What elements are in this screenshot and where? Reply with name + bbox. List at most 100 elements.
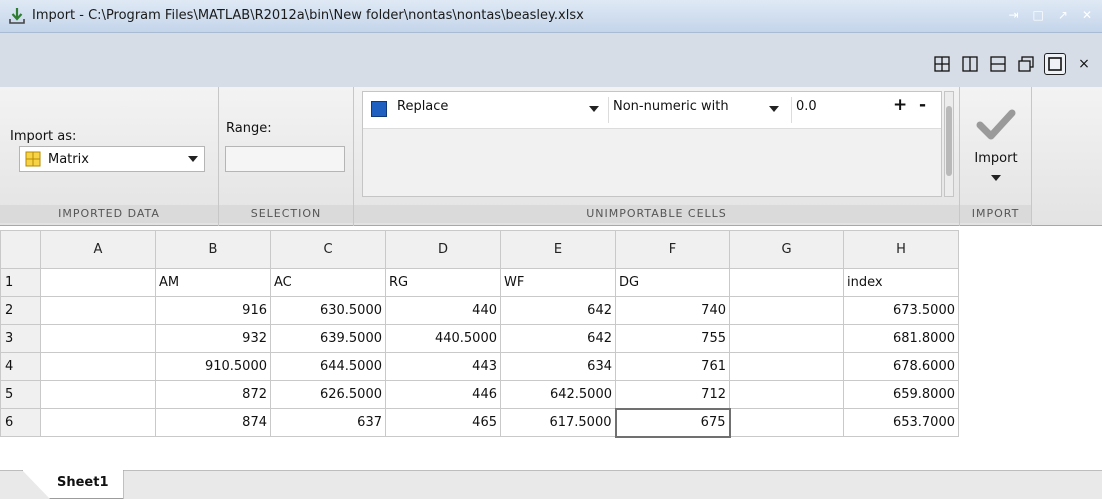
column-header[interactable]: C: [270, 230, 386, 269]
add-rule-button[interactable]: +: [893, 95, 907, 115]
table-cell[interactable]: WF: [500, 268, 616, 297]
table-cell[interactable]: [729, 380, 844, 409]
table-cell[interactable]: 740: [615, 296, 730, 325]
column-header[interactable]: H: [843, 230, 959, 269]
table-cell[interactable]: DG: [615, 268, 730, 297]
row-header[interactable]: 5: [0, 380, 41, 409]
table-cell[interactable]: 443: [385, 352, 501, 381]
table-cell[interactable]: 630.5000: [270, 296, 386, 325]
sheet-tab[interactable]: Sheet1: [22, 470, 124, 499]
table-cell[interactable]: [729, 324, 844, 353]
table-row: 4 910.5000 644.5000 443 634 761 678.6000: [0, 352, 959, 381]
column-header[interactable]: F: [615, 230, 730, 269]
imported-data-section: Import as: Matrix IMPORTED DATA: [0, 87, 219, 226]
table-cell[interactable]: 761: [615, 352, 730, 381]
rule-color-swatch: [371, 101, 387, 117]
corner-cell[interactable]: [0, 230, 41, 269]
rules-scrollbar[interactable]: [944, 91, 954, 197]
column-header[interactable]: E: [500, 230, 616, 269]
table-cell[interactable]: 932: [155, 324, 271, 353]
table-cell[interactable]: 639.5000: [270, 324, 386, 353]
table-cell[interactable]: 642: [500, 324, 616, 353]
maximize-icon[interactable]: □: [1033, 8, 1044, 22]
table-cell[interactable]: 675: [614, 407, 731, 438]
close-document-icon[interactable]: ×: [1074, 54, 1094, 74]
table-cell[interactable]: 653.7000: [843, 408, 959, 437]
column-header[interactable]: B: [155, 230, 271, 269]
column-header[interactable]: G: [729, 230, 844, 269]
table-cell[interactable]: 874: [155, 408, 271, 437]
chevron-down-icon: [991, 175, 1001, 181]
table-cell[interactable]: 712: [615, 380, 730, 409]
float-window-icon[interactable]: [1016, 54, 1036, 74]
table-cell[interactable]: [729, 408, 844, 437]
dock-icon[interactable]: ⇥: [1008, 8, 1018, 22]
table-cell[interactable]: [40, 324, 156, 353]
row-header[interactable]: 1: [0, 268, 41, 297]
table-cell[interactable]: 659.8000: [843, 380, 959, 409]
table-cell[interactable]: 440.5000: [385, 324, 501, 353]
table-row: 2 916 630.5000 440 642 740 673.5000: [0, 296, 959, 325]
import-as-dropdown[interactable]: Matrix: [19, 146, 205, 172]
rule-action-value: Replace: [397, 99, 449, 114]
tile-grid-icon[interactable]: [932, 54, 952, 74]
maximize-document-icon[interactable]: [1044, 53, 1066, 75]
table-cell[interactable]: AM: [155, 268, 271, 297]
table-cell[interactable]: [40, 352, 156, 381]
table-cell[interactable]: [40, 380, 156, 409]
table-cell[interactable]: index: [843, 268, 959, 297]
table-cell[interactable]: 440: [385, 296, 501, 325]
table-cell[interactable]: [729, 296, 844, 325]
table-cell[interactable]: 617.5000: [500, 408, 616, 437]
rule-value-field[interactable]: 0.0: [791, 97, 882, 123]
table-cell[interactable]: [729, 268, 844, 297]
table-cell[interactable]: AC: [270, 268, 386, 297]
unimportable-rules-panel: Replace Non-numeric with 0.0 + -: [362, 91, 942, 197]
spreadsheet-grid: ABCDEFGH 1 AM AC RG WF DG index 2 916 630.5000 440…: [0, 230, 959, 438]
table-cell[interactable]: 644.5000: [270, 352, 386, 381]
table-cell[interactable]: 637: [270, 408, 386, 437]
rule-action-dropdown[interactable]: Replace: [367, 97, 605, 123]
row-header[interactable]: 3: [0, 324, 41, 353]
tile-columns-icon[interactable]: [960, 54, 980, 74]
table-cell[interactable]: 678.6000: [843, 352, 959, 381]
column-header[interactable]: D: [385, 230, 501, 269]
table-cell[interactable]: 634: [500, 352, 616, 381]
selection-section-label: SELECTION: [219, 205, 353, 223]
table-cell[interactable]: 642.5000: [500, 380, 616, 409]
table-cell[interactable]: 916: [155, 296, 271, 325]
table-cell[interactable]: [40, 408, 156, 437]
table-cell[interactable]: 642: [500, 296, 616, 325]
row-header[interactable]: 2: [0, 296, 41, 325]
table-cell[interactable]: 626.5000: [270, 380, 386, 409]
sheet-tab-bar: Sheet1: [0, 470, 1102, 499]
import-as-label: Import as:: [10, 129, 77, 144]
rule-condition-dropdown[interactable]: Non-numeric with: [608, 97, 791, 123]
table-cell[interactable]: 673.5000: [843, 296, 959, 325]
table-cell[interactable]: 465: [385, 408, 501, 437]
table-cell[interactable]: [40, 296, 156, 325]
chevron-down-icon: [769, 106, 779, 112]
row-header[interactable]: 4: [0, 352, 41, 381]
table-cell[interactable]: [40, 268, 156, 297]
table-cell[interactable]: 446: [385, 380, 501, 409]
table-cell[interactable]: 872: [155, 380, 271, 409]
table-cell[interactable]: [729, 352, 844, 381]
close-icon[interactable]: ✕: [1082, 8, 1092, 22]
table-cell[interactable]: RG: [385, 268, 501, 297]
chevron-down-icon: [589, 106, 599, 112]
toolstrip: Import as: Matrix IMPORTED DATA Range: S…: [0, 87, 1102, 226]
row-header[interactable]: 6: [0, 408, 41, 437]
column-header[interactable]: A: [40, 230, 156, 269]
table-cell[interactable]: 910.5000: [155, 352, 271, 381]
undock-icon[interactable]: ↗: [1058, 8, 1068, 22]
import-as-value: Matrix: [48, 151, 89, 167]
table-row: 3 932 639.5000 440.5000 642 755 681.8000: [0, 324, 959, 353]
table-cell[interactable]: 755: [615, 324, 730, 353]
rule-condition-value: Non-numeric with: [613, 99, 729, 114]
table-cell[interactable]: 681.8000: [843, 324, 959, 353]
import-button[interactable]: Import: [966, 93, 1026, 193]
tile-rows-icon[interactable]: [988, 54, 1008, 74]
remove-rule-button[interactable]: -: [919, 95, 926, 115]
range-input[interactable]: [225, 146, 345, 172]
